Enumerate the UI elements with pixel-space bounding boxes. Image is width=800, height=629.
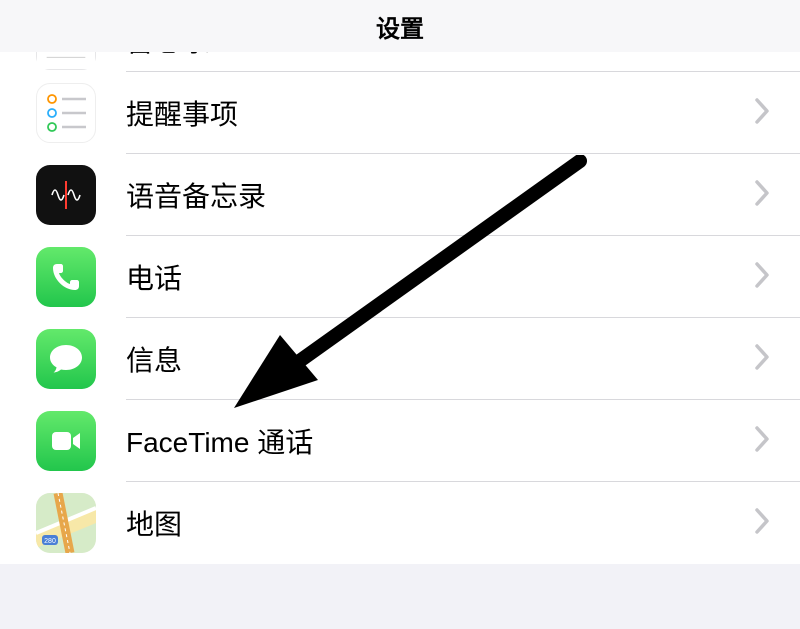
- settings-row-label: 信息: [126, 339, 754, 379]
- phone-icon: [36, 247, 96, 307]
- settings-row-facetime[interactable]: FaceTime 通话: [0, 400, 800, 482]
- chevron-right-icon: [754, 98, 770, 129]
- settings-row-label: FaceTime 通话: [126, 421, 754, 461]
- settings-row-label: 地图: [126, 503, 754, 543]
- settings-row-phone[interactable]: 电话: [0, 236, 800, 318]
- settings-row-reminders[interactable]: 提醒事项: [0, 72, 800, 154]
- settings-row-notes[interactable]: 备忘录: [0, 52, 800, 72]
- header: 设置: [0, 0, 800, 52]
- chevron-right-icon: [754, 52, 770, 56]
- messages-icon: [36, 329, 96, 389]
- notes-icon: [36, 52, 96, 70]
- settings-row-messages[interactable]: 信息: [0, 318, 800, 400]
- chevron-right-icon: [754, 344, 770, 375]
- settings-row-label: 语音备忘录: [126, 175, 754, 215]
- settings-row-label: 提醒事项: [126, 93, 754, 133]
- reminders-icon: [36, 83, 96, 143]
- maps-icon: 280: [36, 493, 96, 553]
- settings-row-label: 电话: [126, 257, 754, 297]
- chevron-right-icon: [754, 262, 770, 293]
- facetime-icon: [36, 411, 96, 471]
- chevron-right-icon: [754, 508, 770, 539]
- settings-row-voice-memos[interactable]: 语音备忘录: [0, 154, 800, 236]
- page-title: 设置: [376, 9, 424, 44]
- settings-list: 备忘录 提醒事项: [0, 52, 800, 564]
- chevron-right-icon: [754, 180, 770, 211]
- voice-memos-icon: [36, 165, 96, 225]
- settings-row-maps[interactable]: 280 地图: [0, 482, 800, 564]
- svg-text:280: 280: [44, 538, 56, 545]
- chevron-right-icon: [754, 426, 770, 457]
- settings-row-label: 备忘录: [126, 52, 754, 60]
